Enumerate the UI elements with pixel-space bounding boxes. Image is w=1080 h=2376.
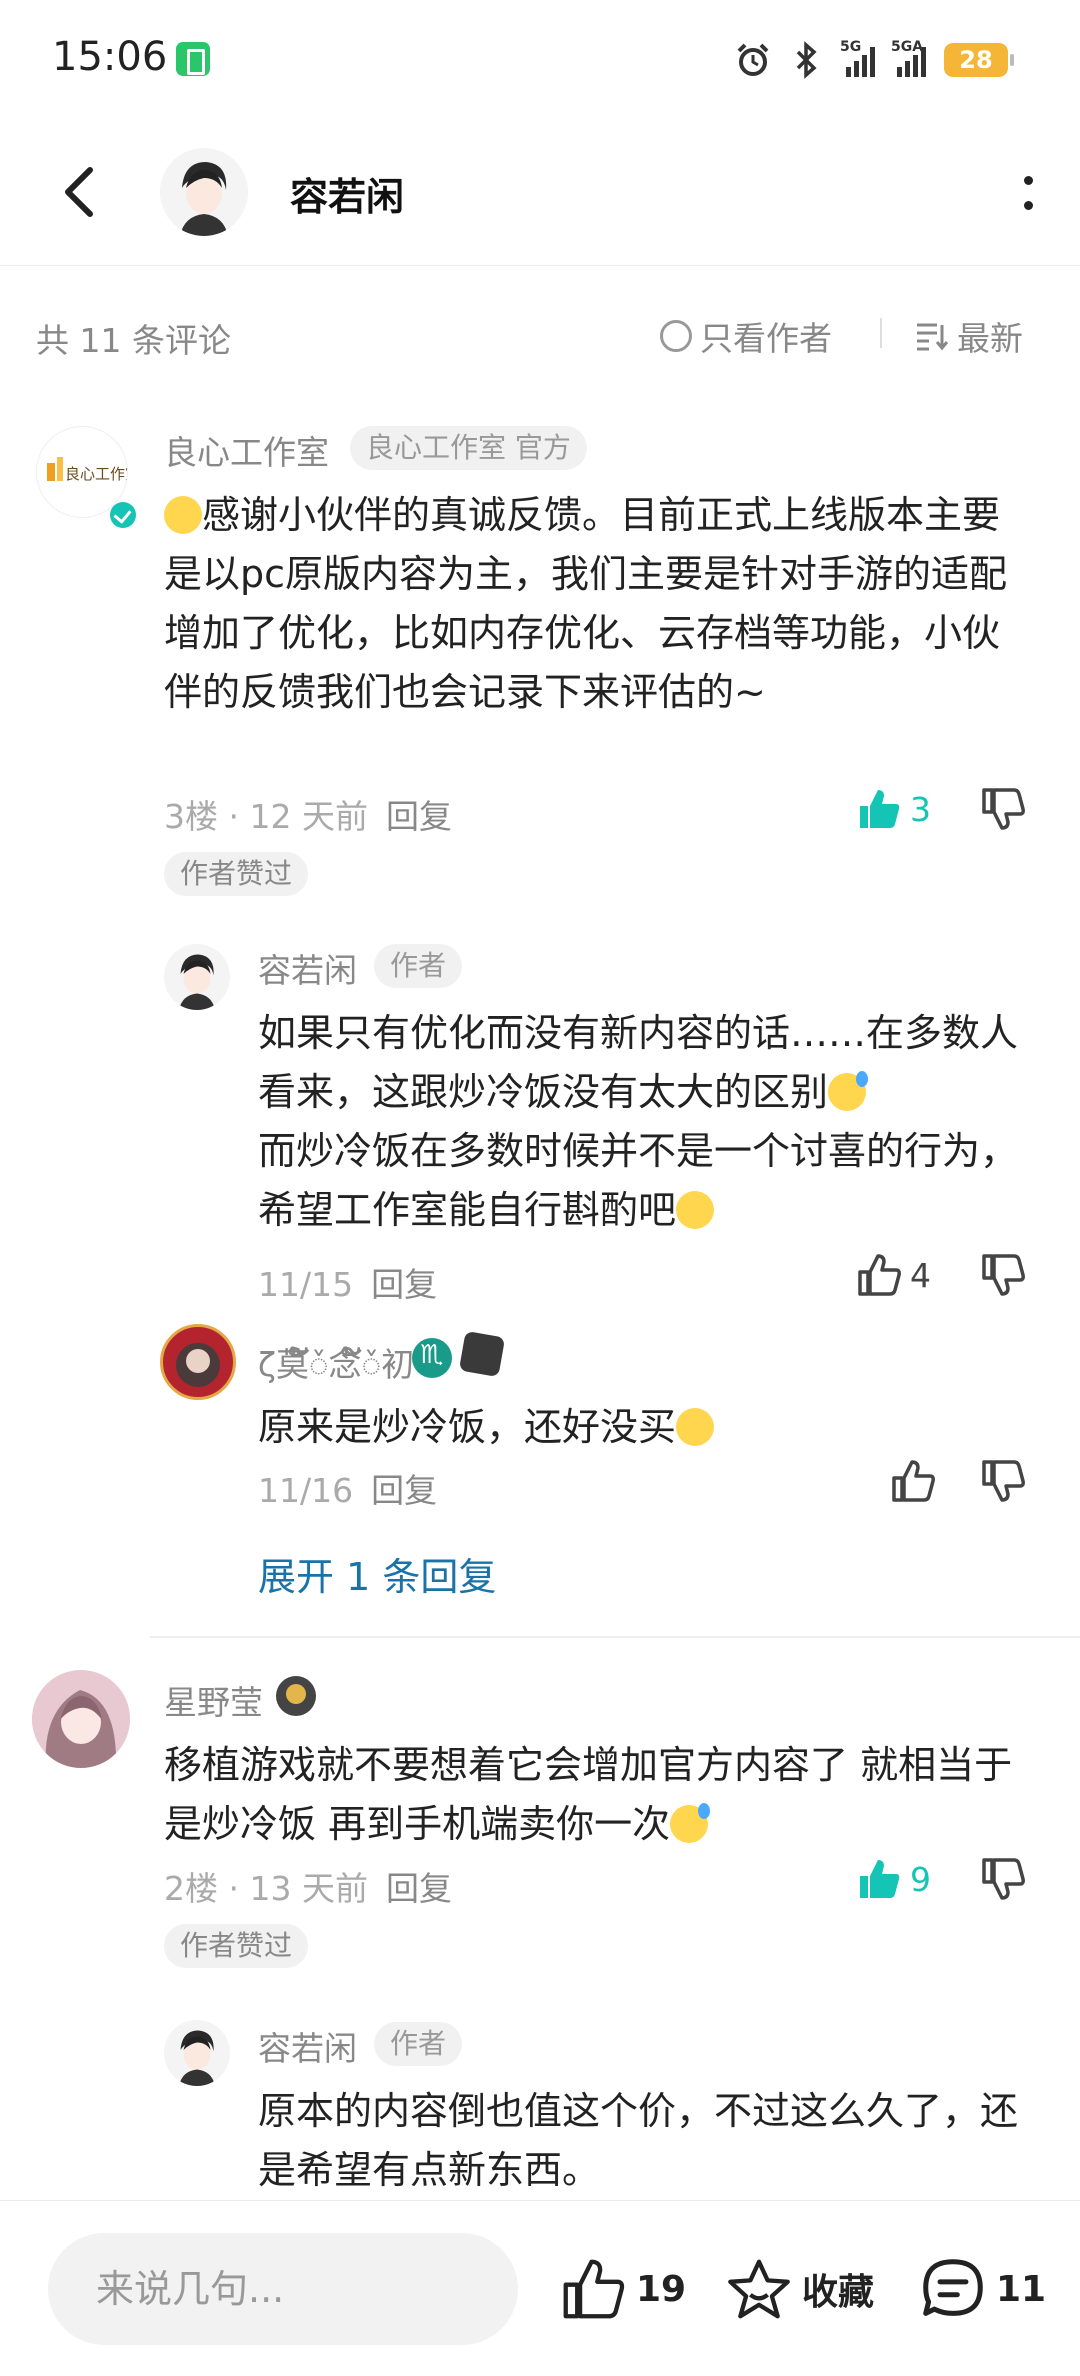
face-emoji-icon [676,1408,715,1446]
reply-meta: 11/16 回复 [258,1464,437,1512]
chat-bubble-icon [923,2259,983,2316]
author-liked-badge: 作者赞过 [164,852,309,896]
sort-icon [917,323,949,351]
author-liked-badge: 作者赞过 [164,1924,309,1968]
comment-input[interactable]: 来说几句... [48,2233,518,2345]
reply-button[interactable]: 回复 [386,1869,452,1908]
favorite-label: 收藏 [802,2272,875,2313]
reply-text: 原来是炒冷饭，还好没买 [258,1398,1038,1457]
status-bar: 15:06 5G 5GA 28 [0,0,1080,120]
reply-meta: 11/15 回复 [258,1258,437,1306]
battery-icon: 28 [944,43,1014,77]
reply-avatar[interactable] [164,2020,230,2086]
comment-meta: 2楼 · 13 天前 回复 [164,1862,452,1910]
like-button[interactable] [890,1458,936,1504]
scorpio-badge-icon: ♏ [412,1338,452,1378]
thumbs-up-filled-icon [860,790,900,828]
divider [880,318,882,348]
comment-floor-time: 3楼 · 12 天前 [164,797,368,836]
signal-5ga-icon: 5GA [891,39,926,77]
reply-date: 11/15 [258,1265,354,1304]
status-icons: 5G 5GA 28 [734,38,1014,82]
reply-avatar[interactable] [164,944,230,1010]
smile-emoji-icon [164,496,202,534]
comment-username[interactable]: 星野莹 [164,1676,263,1724]
thumbs-up-filled-icon [860,1860,900,1898]
bottom-action-bar: 来说几句... 19 收藏 11 [0,2200,1080,2376]
reply-text: 原本的内容倒也值这个价，不过这么久了，还是希望有点新东西。 [258,2089,1019,2192]
like-button[interactable]: 4 [856,1252,931,1298]
reply-button[interactable]: 回复 [386,797,452,836]
comment-text: 感谢小伙伴的真诚反馈。目前正式上线版本主要是以pc原版内容为主，我们主要是针对手… [164,493,1008,714]
official-tag: 良心工作室 官方 [350,426,587,470]
crying-emoji-icon [670,1803,711,1843]
radio-circle-icon [660,320,692,352]
comment-item: 星野莹 移植游戏就不要想着它会增加官方内容了 就相当于是炒冷饭 再到手机端卖你一… [0,1640,1080,2200]
comment-count: 共 11 条评论 [36,321,231,360]
back-arrow-icon[interactable] [52,162,112,222]
sweat-emoji-icon [828,1071,869,1111]
bluetooth-icon [796,41,817,79]
reply-avatar[interactable] [160,1324,236,1400]
top-app-bar: 容若闲 [0,120,1080,266]
reply-button[interactable]: 回复 [371,1265,437,1304]
smirk-emoji-icon [676,1191,715,1229]
status-time: 15:06 [52,34,168,80]
signal-5g-icon: 5G [840,39,875,77]
hat-badge-icon [458,1330,506,1378]
page-title: 容若闲 [290,175,405,219]
author-tag: 作者 [374,2022,463,2066]
author-only-toggle[interactable]: 只看作者 [660,312,832,360]
reply-button[interactable]: 回复 [371,1471,437,1510]
battery-saver-icon [176,42,210,76]
reply-date: 11/16 [258,1471,354,1510]
like-count: 3 [910,789,931,829]
thumbs-up-icon [563,2259,625,2319]
comment-filter-bar: 共 11 条评论 只看作者 最新 [0,266,1080,406]
like-post-button[interactable]: 19 [560,2201,686,2376]
reply-username[interactable]: ζ莫້້໌ᮨ念້້໌ᮨ初 [258,1338,414,1389]
user-badge-icon [276,1676,316,1716]
thumbs-up-icon [858,1254,901,1296]
comments-button[interactable]: 11 [920,2201,1046,2376]
author-avatar[interactable] [160,148,248,236]
thumbs-down-icon[interactable] [980,1458,1026,1504]
like-count: 4 [910,1255,931,1295]
comment-total: 11 [996,2268,1047,2310]
like-button[interactable]: 9 [856,1856,931,1902]
like-button[interactable]: 3 [856,786,931,832]
user-avatar[interactable] [32,1670,130,1768]
post-like-count: 19 [636,2268,687,2310]
alarm-icon [737,43,769,76]
author-tag: 作者 [374,944,463,988]
author-only-label: 只看作者 [700,319,832,358]
expand-replies-link[interactable]: 展开 1 条回复 [258,1546,496,1601]
comment-meta: 3楼 · 12 天前 回复 [164,790,452,838]
svg-text:良心工作室: 良心工作室 [65,465,128,483]
thumbs-down-icon[interactable] [980,786,1026,832]
comment-username[interactable]: 良心工作室 [164,426,329,474]
thumbs-down-icon[interactable] [980,1252,1026,1298]
star-icon [728,2259,790,2319]
more-options-icon[interactable] [1016,168,1040,218]
reply-text: 如果只有优化而没有新内容的话……在多数人看来，这跟炒冷饭没有太大的区别 而炒冷饭在… [258,1011,1019,1232]
comment-item: 良心工作室 良心工作室 良心工作室 官方 感谢小伙伴的真诚反馈。目前正式上线版本… [0,406,1080,1636]
reply-username[interactable]: 容若闲 [258,944,357,992]
like-count: 9 [910,1859,931,1899]
comment-text: 移植游戏就不要想着它会增加官方内容了 就相当于是炒冷饭 再到手机端卖你一次 [164,1743,1013,1846]
comment-separator [150,1636,1080,1638]
favorite-button[interactable]: 收藏 [726,2201,874,2376]
sort-button[interactable]: 最新 [915,312,1023,360]
comment-floor-time: 2楼 · 13 天前 [164,1869,368,1908]
thumbs-down-icon[interactable] [980,1856,1026,1902]
sort-label: 最新 [957,319,1023,358]
reply-username[interactable]: 容若闲 [258,2022,357,2070]
verified-badge-icon [110,502,136,528]
